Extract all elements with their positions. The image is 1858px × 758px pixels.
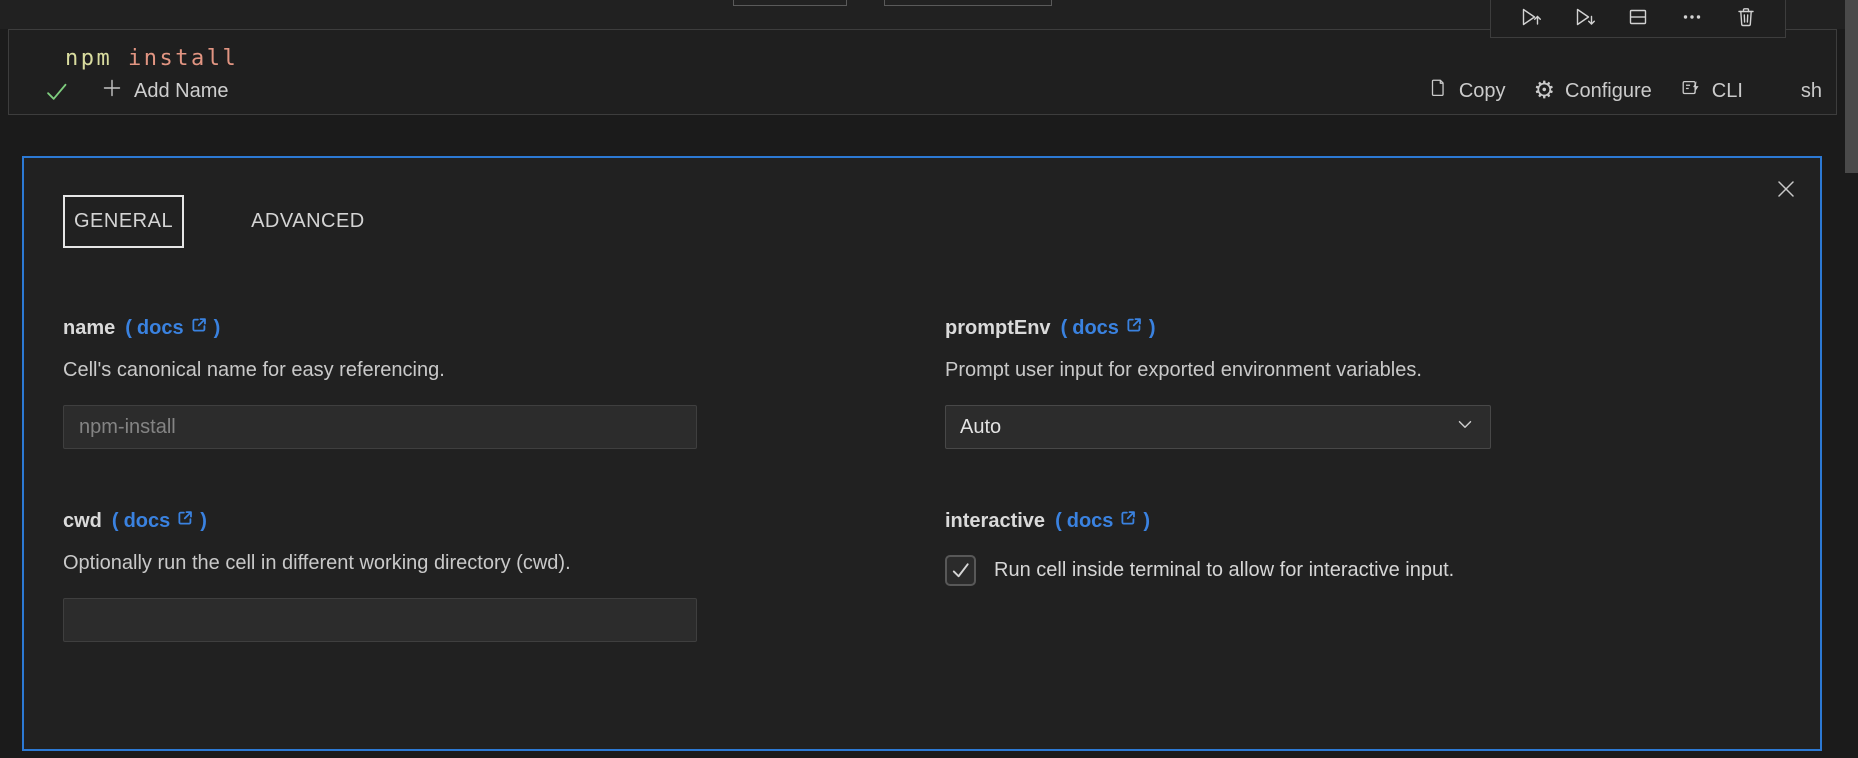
docs-paren-close: ) <box>214 317 221 340</box>
notebook-cell: npm install Add Name Copy ⚙ Configure <box>8 29 1837 115</box>
field-description: Optionally run the cell in different wor… <box>63 551 697 575</box>
external-link-icon <box>189 316 209 340</box>
cwd-input[interactable] <box>63 598 697 642</box>
execute-below-icon <box>1572 5 1596 32</box>
docs-paren-open: ( <box>1061 317 1068 340</box>
docs-paren-close: ) <box>1149 317 1156 340</box>
check-icon <box>43 78 70 105</box>
split-cell-button[interactable] <box>1623 4 1653 34</box>
add-name-button[interactable]: Add Name <box>101 77 229 105</box>
docs-label: docs <box>124 510 171 533</box>
cell-toolbar <box>1490 0 1786 38</box>
copy-label: Copy <box>1459 80 1506 103</box>
cli-label: CLI <box>1712 80 1743 103</box>
field-interactive-heading: interactive (docs) <box>945 508 1785 534</box>
interactive-checkbox-label: Run cell inside terminal to allow for in… <box>994 559 1454 582</box>
docs-label: docs <box>1067 510 1114 533</box>
docs-label: docs <box>1072 317 1119 340</box>
field-promptenv-heading: promptEnv (docs) <box>945 315 1491 341</box>
docs-paren-close: ) <box>1143 510 1150 533</box>
field-label: promptEnv <box>945 317 1051 340</box>
configure-button[interactable]: ⚙ Configure <box>1534 80 1652 103</box>
field-label: cwd <box>63 510 102 533</box>
delete-cell-button[interactable] <box>1731 4 1761 34</box>
more-actions-button[interactable] <box>1677 4 1707 34</box>
field-cwd-heading: cwd (docs) <box>63 508 697 534</box>
docs-label: docs <box>137 317 184 340</box>
docs-paren-open: ( <box>112 510 119 533</box>
interactive-checkbox-row: Run cell inside terminal to allow for in… <box>945 555 1785 586</box>
gear-icon: ⚙ <box>1534 80 1556 102</box>
field-description: Cell's canonical name for easy referenci… <box>63 358 697 382</box>
field-name: name (docs) Cell's canonical name for ea… <box>63 315 697 449</box>
delete-cell-icon <box>1734 5 1758 32</box>
docs-paren-open: ( <box>125 317 132 340</box>
field-interactive: interactive (docs) Run cell inside termi… <box>945 508 1785 586</box>
tab-general[interactable]: GENERAL <box>63 195 184 248</box>
docs-paren-close: ) <box>200 510 207 533</box>
promptenv-select[interactable]: Auto <box>945 405 1491 449</box>
cli-button[interactable]: CLI <box>1680 77 1743 105</box>
split-cell-icon <box>1626 5 1650 32</box>
scrollbar-thumb[interactable] <box>1845 0 1858 173</box>
field-description: Prompt user input for exported environme… <box>945 358 1491 382</box>
external-link-icon <box>1124 316 1144 340</box>
docs-link[interactable]: (docs) <box>112 509 207 533</box>
name-input[interactable] <box>63 405 697 449</box>
notebook-screen: npm install Add Name Copy ⚙ Configure <box>0 0 1858 758</box>
code-token-argument: install <box>112 46 238 71</box>
execute-above-button[interactable] <box>1515 4 1545 34</box>
code-editor[interactable]: npm install <box>65 46 238 71</box>
docs-paren-open: ( <box>1055 510 1062 533</box>
add-name-label: Add Name <box>134 80 229 103</box>
code-token-command: npm <box>65 46 112 71</box>
language-indicator[interactable]: sh <box>1801 80 1822 103</box>
docs-link[interactable]: (docs) <box>1061 316 1156 340</box>
clipped-button[interactable] <box>733 0 847 6</box>
docs-link[interactable]: (docs) <box>1055 509 1150 533</box>
configure-label: Configure <box>1565 80 1652 103</box>
cell-status-bar: Add Name Copy ⚙ Configure CLI sh <box>43 75 1822 107</box>
external-link-icon <box>175 509 195 533</box>
field-name-heading: name (docs) <box>63 315 697 341</box>
cell-configure-dialog: GENERAL ADVANCED name (docs) Cell's cano… <box>22 156 1822 751</box>
execute-above-icon <box>1518 5 1542 32</box>
copy-icon <box>1427 77 1449 105</box>
execute-below-button[interactable] <box>1569 4 1599 34</box>
promptenv-selected-value: Auto <box>960 416 1001 439</box>
close-button[interactable] <box>1772 176 1800 204</box>
cell-actions: Copy ⚙ Configure CLI sh <box>1427 77 1822 105</box>
interactive-checkbox[interactable] <box>945 555 976 586</box>
checkmark-icon <box>949 559 972 582</box>
docs-link[interactable]: (docs) <box>125 316 220 340</box>
external-link-icon <box>1118 509 1138 533</box>
cli-icon <box>1680 77 1702 105</box>
more-actions-icon <box>1680 5 1704 32</box>
chevron-down-icon <box>1454 413 1476 441</box>
close-icon <box>1774 177 1798 204</box>
clipped-button[interactable] <box>884 0 1052 6</box>
dialog-tabs: GENERAL ADVANCED <box>63 195 376 248</box>
tab-advanced[interactable]: ADVANCED <box>240 195 376 248</box>
plus-icon <box>101 77 123 105</box>
field-label: name <box>63 317 115 340</box>
field-label: interactive <box>945 510 1045 533</box>
field-promptenv: promptEnv (docs) Prompt user input for e… <box>945 315 1491 449</box>
copy-button[interactable]: Copy <box>1427 77 1506 105</box>
field-cwd: cwd (docs) Optionally run the cell in di… <box>63 508 697 642</box>
